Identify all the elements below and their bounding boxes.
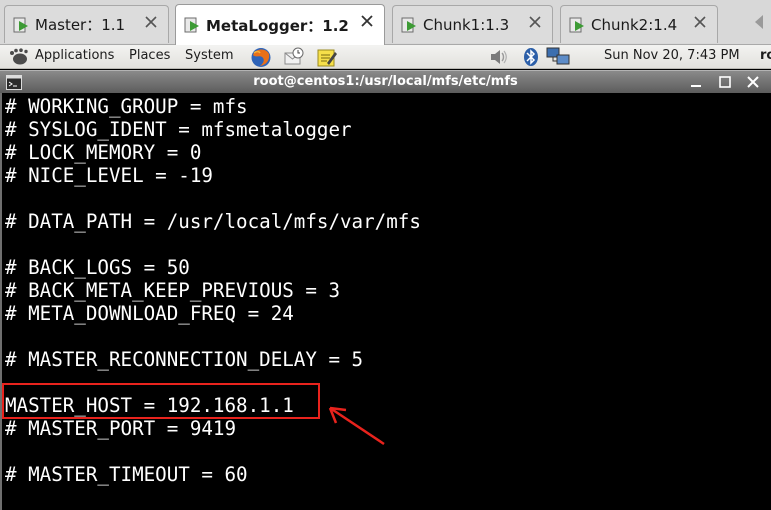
mail-clock-icon[interactable]	[283, 47, 305, 68]
bluetooth-icon[interactable]	[522, 47, 540, 67]
notes-edit-icon[interactable]	[316, 47, 338, 68]
annotation-arrow-icon	[328, 406, 385, 446]
terminal-line: # META_DOWNLOAD_FREQ = 24	[5, 302, 294, 325]
terminal-line: # NICE_LEVEL = -19	[5, 164, 213, 187]
tab-label: Chunk1:1.3	[423, 15, 510, 34]
tab-chunk2[interactable]: Chunk2:1.4	[560, 5, 718, 43]
panel-clock[interactable]: Sun Nov 20, 7:43 PM	[604, 48, 740, 63]
gnome-foot-icon[interactable]	[8, 48, 30, 66]
tab-label: Chunk2:1.4	[591, 15, 678, 34]
vm-tab-bar: Master：1.1 MetaLogger：1.2 Chunk1:1.3 Chu…	[0, 0, 771, 45]
tab-metalogger[interactable]: MetaLogger：1.2	[175, 4, 385, 45]
vm-power-icon	[401, 17, 416, 32]
close-icon[interactable]	[143, 14, 159, 30]
terminal-line-master-host: MASTER_HOST = 192.168.1.1	[5, 394, 294, 417]
terminal-line: # MASTER_RECONNECTION_DELAY = 5	[5, 348, 364, 371]
terminal-line: # BACK_LOGS = 50	[5, 256, 190, 279]
top-panel: Applications Places System Sun Nov 20, 7…	[0, 45, 771, 69]
vm-power-icon	[13, 17, 28, 32]
close-window-button[interactable]	[745, 74, 761, 90]
vm-power-icon	[569, 17, 584, 32]
menu-system[interactable]: System	[185, 48, 233, 63]
vm-power-icon	[184, 17, 199, 33]
terminal-line: # BACK_META_KEEP_PREVIOUS = 3	[5, 279, 341, 302]
terminal-line: # LOCK_MEMORY = 0	[5, 141, 202, 164]
minimize-button[interactable]	[688, 74, 704, 90]
terminal-line: # MASTER_PORT = 9419	[5, 417, 237, 440]
terminal-line: # DATA_PATH = /usr/local/mfs/var/mfs	[5, 210, 421, 233]
tab-scroll-left-icon[interactable]	[753, 13, 765, 31]
window-title: root@centos1:/usr/local/mfs/etc/mfs	[253, 74, 518, 89]
terminal-line: # MASTER_TIMEOUT = 60	[5, 463, 248, 486]
panel-user-name[interactable]: ro	[760, 48, 771, 63]
close-icon[interactable]	[527, 14, 543, 30]
menu-places[interactable]: Places	[129, 48, 170, 63]
terminal-line: # SYSLOG_IDENT = mfsmetalogger	[5, 118, 352, 141]
tab-label: MetaLogger：1.2	[206, 16, 349, 35]
firefox-icon[interactable]	[250, 47, 272, 68]
network-icon[interactable]	[546, 47, 572, 68]
menu-applications[interactable]: Applications	[35, 48, 114, 63]
maximize-button[interactable]	[717, 74, 733, 90]
terminal-title-bar[interactable]: root@centos1:/usr/local/mfs/etc/mfs	[0, 70, 771, 93]
tab-label: Master：1.1	[35, 16, 126, 34]
tab-chunk1[interactable]: Chunk1:1.3	[392, 5, 553, 43]
close-icon[interactable]	[359, 13, 375, 29]
tab-master[interactable]: Master：1.1	[4, 5, 169, 43]
volume-icon[interactable]	[489, 47, 509, 67]
close-icon[interactable]	[692, 14, 708, 30]
terminal-line: # WORKING_GROUP = mfs	[5, 95, 248, 118]
